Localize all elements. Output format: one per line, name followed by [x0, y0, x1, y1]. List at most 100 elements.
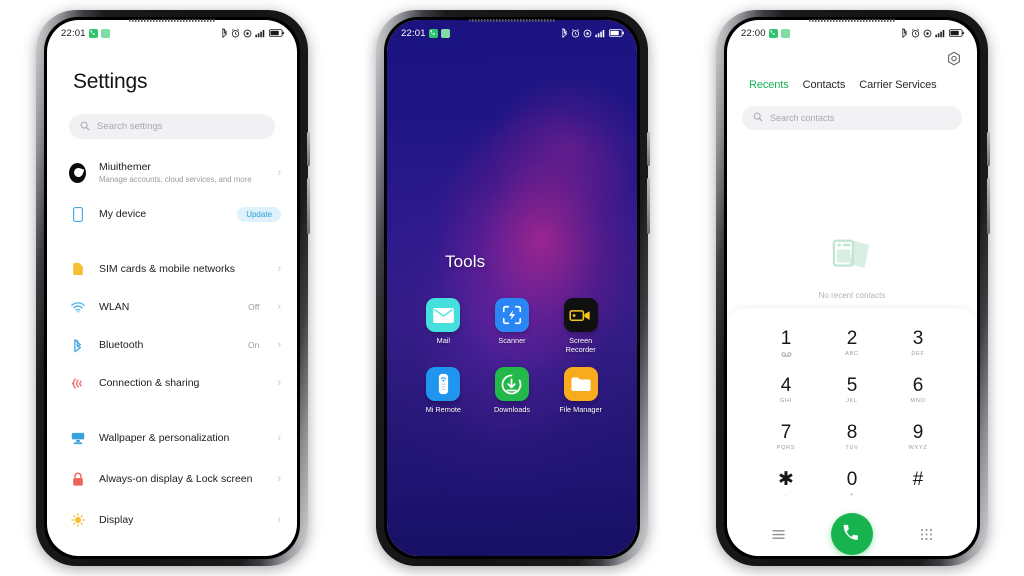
- tab-recents[interactable]: Recents: [749, 79, 789, 91]
- list-item-label: Miuithemer: [99, 161, 151, 173]
- tab-carrier-services[interactable]: Carrier Services: [859, 79, 936, 91]
- device-icon: [69, 206, 86, 222]
- sim-notification-icon: [440, 28, 450, 38]
- chevron-right-icon: ›: [277, 300, 281, 313]
- keypad-grid-icon[interactable]: [917, 525, 935, 543]
- power-button[interactable]: [987, 178, 990, 234]
- volume-button[interactable]: [647, 132, 650, 166]
- sidebar-item-bluetooth[interactable]: Bluetooth On ›: [47, 326, 297, 364]
- chevron-right-icon: ›: [277, 376, 281, 389]
- scanner-icon: [494, 298, 529, 332]
- app-label: Downloads: [493, 405, 531, 415]
- app-label: Screen Recorder: [565, 336, 596, 354]
- sidebar-item-display[interactable]: Display ›: [47, 501, 297, 539]
- dialpad-key-2[interactable]: 2 ABC: [819, 321, 885, 366]
- phone-bezel: 22:01: [384, 17, 640, 559]
- dialpad-key-hash[interactable]: #: [885, 462, 951, 507]
- key-digit: 8: [846, 422, 858, 443]
- search-icon: [753, 109, 763, 127]
- status-icons: [902, 28, 964, 38]
- phone-call-icon: [843, 524, 858, 540]
- app-screen-recorder[interactable]: Screen Recorder: [546, 298, 615, 354]
- chevron-right-icon: ›: [277, 262, 281, 275]
- phone-mockup-home-folder: 22:01 Tools Mail Scanner Screen Recorder…: [376, 10, 650, 566]
- list-item-label: WLAN: [99, 300, 130, 313]
- search-placeholder: Search settings: [97, 121, 163, 132]
- dialpad-key-4[interactable]: 4 GHI: [753, 368, 819, 413]
- app-downloads[interactable]: Downloads: [478, 367, 547, 415]
- settings-list: Miuithemer Manage accounts, cloud servic…: [47, 151, 297, 539]
- dialpad-key-star[interactable]: ✱ ,: [753, 462, 819, 507]
- connection-sharing-icon: [69, 377, 86, 390]
- list-item-sublabel: Manage accounts, cloud services, and mor…: [99, 175, 252, 184]
- sidebar-item-my-device[interactable]: My device Update: [47, 195, 297, 233]
- volume-button[interactable]: [987, 132, 990, 166]
- status-bar-clock: 22:00: [741, 27, 766, 39]
- dialpad-key-9[interactable]: 9 WXYZ: [885, 415, 951, 460]
- dialpad-key-3[interactable]: 3 DEF: [885, 321, 951, 366]
- settings-button[interactable]: [945, 50, 963, 68]
- call-button[interactable]: [831, 513, 873, 555]
- sidebar-item-account[interactable]: Miuithemer Manage accounts, cloud servic…: [47, 151, 297, 195]
- volume-button[interactable]: [307, 132, 310, 166]
- dialpad-key-7[interactable]: 7 PQRS: [753, 415, 819, 460]
- list-item-value: On: [247, 340, 260, 350]
- tab-contacts[interactable]: Contacts: [803, 79, 846, 91]
- key-digit: 9: [912, 422, 924, 443]
- lock-icon: [69, 472, 86, 487]
- key-digit: ✱: [778, 469, 794, 490]
- key-digit: 3: [912, 328, 924, 349]
- list-item-label: Always-on display & Lock screen: [99, 472, 253, 485]
- signal-icon: [595, 29, 606, 38]
- no-contacts-illustration: [828, 235, 876, 282]
- chevron-right-icon: ›: [277, 513, 281, 526]
- key-letters: ,: [784, 492, 788, 498]
- dialpad-key-0[interactable]: 0 +: [819, 462, 885, 507]
- list-item-label: Wallpaper & personalization: [99, 431, 230, 444]
- battery-icon: [609, 29, 624, 37]
- list-item-label: Bluetooth: [99, 338, 144, 351]
- search-input[interactable]: Search settings: [69, 114, 275, 139]
- key-letters: ABC: [845, 351, 859, 357]
- battery-icon: [949, 29, 964, 37]
- list-item-label: Display: [99, 513, 134, 526]
- gear-icon: [948, 51, 960, 66]
- settings-screen: 22:01 Settings Search settings Miuitheme…: [47, 20, 297, 556]
- update-badge[interactable]: Update: [237, 206, 281, 222]
- key-letters: PQRS: [776, 445, 796, 451]
- bluetooth-icon: [562, 28, 568, 38]
- list-item-label: SIM cards & mobile networks: [99, 262, 235, 275]
- sidebar-item-lock-screen[interactable]: Always-on display & Lock screen ›: [47, 457, 297, 501]
- alarm-icon: [231, 28, 240, 38]
- brightness-icon: [69, 513, 86, 527]
- sim-notification-icon: [780, 28, 790, 38]
- dialpad: 1 2 ABC 3 DEF 4 GHI 5 JKL 6 MNO 7 PQRS 8…: [727, 308, 977, 556]
- menu-lines-icon[interactable]: [769, 525, 787, 543]
- sidebar-item-wallpaper[interactable]: Wallpaper & personalization ›: [47, 419, 297, 457]
- app-scanner[interactable]: Scanner: [478, 298, 547, 354]
- power-button[interactable]: [647, 178, 650, 234]
- earpiece-grille: [129, 19, 215, 22]
- sidebar-item-wlan[interactable]: WLAN Off ›: [47, 288, 297, 326]
- folder-title: Tools: [445, 252, 486, 271]
- app-mi-remote[interactable]: Mi Remote: [409, 367, 478, 415]
- search-contacts-input[interactable]: Search contacts: [742, 106, 962, 130]
- sidebar-item-sim-cards[interactable]: SIM cards & mobile networks ›: [47, 250, 297, 288]
- phone-mockup-settings: 22:01 Settings Search settings Miuitheme…: [36, 10, 310, 566]
- dialpad-key-5[interactable]: 5 JKL: [819, 368, 885, 413]
- power-button[interactable]: [307, 178, 310, 234]
- sidebar-item-connection-sharing[interactable]: Connection & sharing ›: [47, 364, 297, 402]
- screen-recorder-icon: [563, 298, 598, 332]
- dialpad-key-6[interactable]: 6 MNO: [885, 368, 951, 413]
- file-manager-icon: [563, 367, 598, 402]
- app-file-manager[interactable]: File Manager: [546, 367, 615, 415]
- app-mail[interactable]: Mail: [409, 298, 478, 354]
- list-item-label: Connection & sharing: [99, 376, 200, 389]
- key-digit: 4: [780, 375, 792, 396]
- key-digit: 5: [846, 375, 858, 396]
- dialpad-key-8[interactable]: 8 TUV: [819, 415, 885, 460]
- key-letters: MNO: [910, 398, 926, 404]
- dialpad-key-1[interactable]: 1: [753, 321, 819, 366]
- bluetooth-icon: [902, 28, 908, 38]
- signal-icon: [935, 29, 946, 38]
